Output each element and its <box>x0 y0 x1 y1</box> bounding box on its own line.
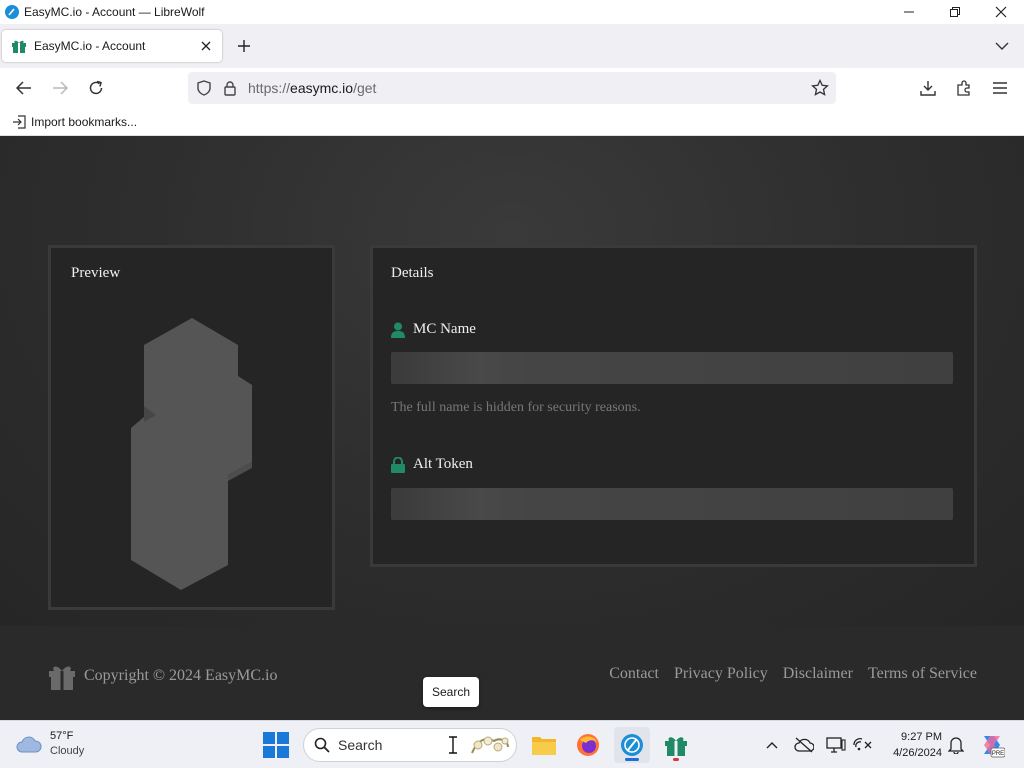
details-title: Details <box>391 265 434 281</box>
shield-icon[interactable] <box>194 78 214 98</box>
firefox-icon[interactable] <box>570 727 606 763</box>
weather-widget[interactable]: 57°F Cloudy <box>16 729 84 759</box>
weather-temp: 57°F <box>50 730 74 742</box>
gift-icon <box>49 666 75 690</box>
clock-date: 4/26/2024 <box>893 747 942 759</box>
url-text[interactable]: https://easymc.io/get <box>248 80 810 96</box>
tab-easymc-account[interactable]: EasyMC.io - Account <box>2 30 222 62</box>
chevron-up-icon[interactable] <box>760 733 784 757</box>
footer-links: Contact Privacy Policy Disclaimer Terms … <box>609 665 977 683</box>
restore-button[interactable] <box>932 0 978 24</box>
minimize-button[interactable] <box>886 0 932 24</box>
download-icon[interactable] <box>914 74 942 102</box>
lock-icon[interactable] <box>220 78 240 98</box>
footer-link-disclaimer[interactable]: Disclaimer <box>783 665 853 683</box>
alt-token-label-text: Alt Token <box>413 456 473 472</box>
preview-title: Preview <box>71 265 121 281</box>
copyright: Copyright © 2024 EasyMC.io <box>48 662 278 690</box>
librewolf-taskbar-icon[interactable] <box>614 727 650 763</box>
star-icon[interactable] <box>810 78 830 98</box>
copilot-icon[interactable]: PRE <box>978 731 1006 759</box>
display-icon[interactable] <box>824 733 848 757</box>
taskbar: 57°F Cloudy Search 9:27 PM 4/26/2024 PRE <box>0 720 1024 768</box>
tab-strip: EasyMC.io - Account <box>0 24 1024 68</box>
librewolf-icon <box>5 5 19 19</box>
copyright-text: Copyright © 2024 EasyMC.io <box>84 667 278 684</box>
reload-button[interactable] <box>82 74 110 102</box>
network-sound-icon[interactable] <box>850 733 874 757</box>
navigation-bar: https://easymc.io/get <box>0 68 1024 108</box>
cloud-offline-icon[interactable] <box>792 733 816 757</box>
close-tab-icon[interactable] <box>194 34 218 58</box>
menu-icon[interactable] <box>986 74 1014 102</box>
alt-token-field[interactable] <box>391 488 953 520</box>
search-highlight-icon <box>471 736 509 754</box>
system-clock[interactable]: 9:27 PM 4/26/2024 <box>884 729 942 761</box>
search-icon <box>314 737 330 753</box>
mc-name-field[interactable] <box>391 352 953 384</box>
mc-name-help: The full name is hidden for security rea… <box>391 400 641 415</box>
notification-bell-icon[interactable] <box>944 733 968 757</box>
footer-link-contact[interactable]: Contact <box>609 665 659 683</box>
gift-app-icon[interactable] <box>658 727 694 763</box>
window-controls <box>886 0 1024 24</box>
mc-name-label-text: MC Name <box>413 321 476 337</box>
svg-text:PRE: PRE <box>992 751 1004 757</box>
active-app-indicator <box>625 758 639 761</box>
window-title: EasyMC.io - Account — LibreWolf <box>24 5 205 19</box>
site-footer: Copyright © 2024 EasyMC.io Contact Priva… <box>0 626 1024 720</box>
import-icon <box>13 114 26 129</box>
mc-name-label: MC Name <box>391 321 476 338</box>
taskbar-search[interactable]: Search <box>303 728 517 762</box>
url-path: /get <box>353 80 377 96</box>
alt-token-label: Alt Token <box>391 456 473 473</box>
cloud-icon <box>16 736 42 753</box>
import-bookmarks-label: Import bookmarks... <box>31 114 138 129</box>
search-label: Search <box>338 737 383 753</box>
extensions-icon[interactable] <box>950 74 978 102</box>
user-icon <box>391 322 405 338</box>
file-explorer-icon[interactable] <box>526 727 562 763</box>
windows-start-icon[interactable] <box>262 731 290 759</box>
url-bar[interactable]: https://easymc.io/get <box>188 72 836 104</box>
close-window-button[interactable] <box>978 0 1024 24</box>
url-scheme: https:// <box>248 80 291 96</box>
back-button[interactable] <box>10 74 38 102</box>
weather-condition: Cloudy <box>50 745 85 757</box>
skin-preview <box>131 318 252 590</box>
footer-link-terms[interactable]: Terms of Service <box>868 665 977 683</box>
lock-icon <box>391 456 405 473</box>
url-host: easymc.io <box>290 80 354 96</box>
details-card: Details MC Name The full name is hidden … <box>370 245 977 567</box>
gift-icon <box>12 40 26 53</box>
footer-link-privacy[interactable]: Privacy Policy <box>674 665 768 683</box>
running-app-indicator <box>673 758 679 761</box>
import-bookmarks-button[interactable]: Import bookmarks... <box>12 115 137 129</box>
page-content: Preview Details MC Name The full name is… <box>0 136 1024 626</box>
search-tooltip: Search <box>423 677 479 707</box>
window-titlebar: EasyMC.io - Account — LibreWolf <box>0 0 1024 24</box>
forward-button[interactable] <box>46 74 74 102</box>
bookmarks-toolbar: Import bookmarks... <box>0 108 1024 136</box>
new-tab-button[interactable] <box>232 34 256 58</box>
preview-card: Preview <box>48 245 335 610</box>
text-cursor-icon <box>449 736 457 754</box>
chevron-down-icon[interactable] <box>990 34 1014 58</box>
clock-time: 9:27 PM <box>901 731 942 743</box>
tab-title: EasyMC.io - Account <box>34 39 146 53</box>
